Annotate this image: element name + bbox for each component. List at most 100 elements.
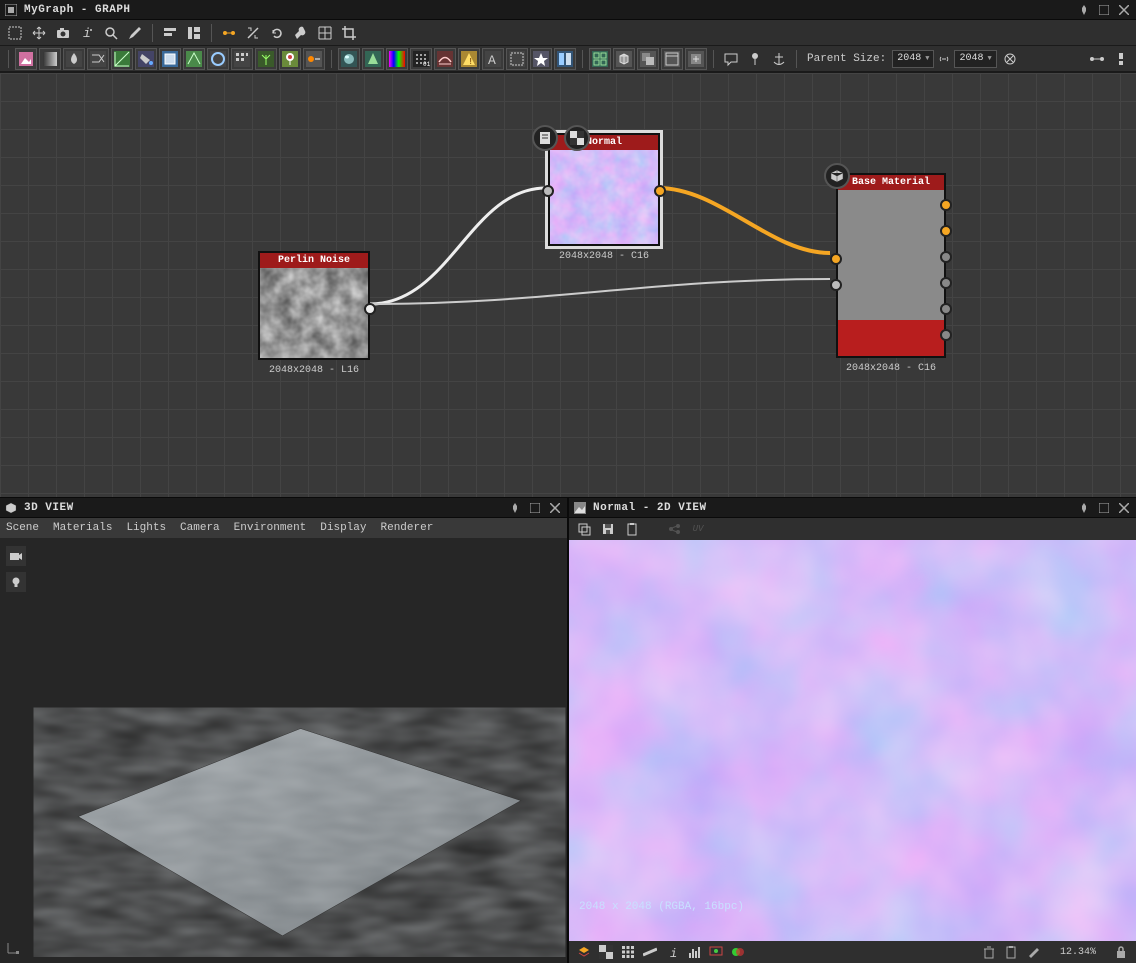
share-icon[interactable] bbox=[665, 520, 683, 538]
viewport-2d[interactable]: 2048 x 2048 (RGBA, 16bpc) bbox=[569, 540, 1136, 941]
warn-node-icon[interactable]: ! bbox=[458, 48, 480, 70]
circle-node-icon[interactable] bbox=[207, 48, 229, 70]
grid-toggle-icon[interactable] bbox=[314, 22, 336, 44]
unlink-icon[interactable] bbox=[242, 22, 264, 44]
crop-icon[interactable] bbox=[338, 22, 360, 44]
input-port-1[interactable] bbox=[830, 253, 842, 265]
fx-node-icon[interactable] bbox=[159, 48, 181, 70]
parent-size-width-dropdown[interactable]: 2048▼ bbox=[892, 50, 934, 68]
output-port-6[interactable] bbox=[940, 329, 952, 341]
refresh-icon[interactable] bbox=[266, 22, 288, 44]
remap-node-icon[interactable] bbox=[303, 48, 325, 70]
window-node-icon[interactable] bbox=[661, 48, 683, 70]
channel-icon[interactable] bbox=[729, 943, 747, 961]
split-node-icon[interactable] bbox=[554, 48, 576, 70]
shuffle-node-icon[interactable] bbox=[87, 48, 109, 70]
trash-icon[interactable] bbox=[980, 943, 998, 961]
pin-icon[interactable] bbox=[1076, 2, 1092, 18]
node-badge-doc-icon[interactable] bbox=[532, 125, 558, 151]
histogram-icon[interactable] bbox=[685, 943, 703, 961]
brush-icon[interactable] bbox=[124, 22, 146, 44]
overlap-node-icon[interactable] bbox=[637, 48, 659, 70]
menu-camera[interactable]: Camera bbox=[180, 522, 220, 534]
align-icon[interactable] bbox=[159, 22, 181, 44]
uv-icon[interactable]: UV bbox=[689, 520, 707, 538]
menu-environment[interactable]: Environment bbox=[234, 522, 307, 534]
pick-icon[interactable] bbox=[1024, 943, 1042, 961]
light-toggle-icon[interactable] bbox=[6, 572, 26, 592]
marker-node-icon[interactable] bbox=[279, 48, 301, 70]
paste-icon[interactable] bbox=[623, 520, 641, 538]
menu-materials[interactable]: Materials bbox=[53, 522, 112, 534]
box-node-icon[interactable] bbox=[613, 48, 635, 70]
cone-node-icon[interactable] bbox=[362, 48, 384, 70]
comment-icon[interactable] bbox=[720, 48, 742, 70]
clipboard-icon[interactable] bbox=[1002, 943, 1020, 961]
output-port-3[interactable] bbox=[940, 251, 952, 263]
node-base-material[interactable]: Base Material 2048x2048 - C16 bbox=[836, 173, 946, 358]
input-port-2[interactable] bbox=[830, 279, 842, 291]
wrench-icon[interactable] bbox=[290, 22, 312, 44]
node-perlin-noise[interactable]: Perlin Noise 2048x2048 - L16 bbox=[258, 251, 370, 360]
bucket-node-icon[interactable] bbox=[135, 48, 157, 70]
output-node-icon[interactable] bbox=[685, 48, 707, 70]
grid-node-icon[interactable] bbox=[231, 48, 253, 70]
star-node-icon[interactable] bbox=[530, 48, 552, 70]
maximize-icon[interactable] bbox=[1096, 2, 1112, 18]
layers-icon[interactable] bbox=[575, 943, 593, 961]
curve-node-icon[interactable] bbox=[111, 48, 133, 70]
lock-icon[interactable] bbox=[1112, 943, 1130, 961]
maximize-icon[interactable] bbox=[527, 500, 543, 516]
output-port[interactable] bbox=[654, 185, 666, 197]
output-port-4[interactable] bbox=[940, 277, 952, 289]
output-port-1[interactable] bbox=[940, 199, 952, 211]
matrix-node-icon[interactable]: 01 bbox=[410, 48, 432, 70]
copy-icon[interactable] bbox=[575, 520, 593, 538]
timing-icon[interactable] bbox=[1110, 48, 1132, 70]
select-tool-icon[interactable] bbox=[4, 22, 26, 44]
input-port[interactable] bbox=[542, 185, 554, 197]
output-port-2[interactable] bbox=[940, 225, 952, 237]
parent-size-height-dropdown[interactable]: 2048▼ bbox=[954, 50, 996, 68]
close-icon[interactable] bbox=[1116, 500, 1132, 516]
gradient-node-icon[interactable] bbox=[39, 48, 61, 70]
node-normal[interactable]: Normal 2048x2048 - C16 bbox=[548, 133, 660, 246]
info-icon[interactable]: i bbox=[76, 22, 98, 44]
connector-mode-icon[interactable] bbox=[1086, 48, 1108, 70]
reset-size-icon[interactable] bbox=[999, 48, 1021, 70]
output-port-5[interactable] bbox=[940, 303, 952, 315]
image-node-icon[interactable] bbox=[15, 48, 37, 70]
camera-toggle-icon[interactable] bbox=[6, 546, 26, 566]
info-small-icon[interactable]: i bbox=[663, 943, 681, 961]
frame-node-icon[interactable] bbox=[506, 48, 528, 70]
tile-node-icon[interactable] bbox=[589, 48, 611, 70]
tile-icon[interactable] bbox=[619, 943, 637, 961]
pin-icon[interactable] bbox=[1076, 500, 1092, 516]
output-port[interactable] bbox=[364, 303, 376, 315]
maximize-icon[interactable] bbox=[1096, 500, 1112, 516]
anchor-icon[interactable] bbox=[768, 48, 790, 70]
close-icon[interactable] bbox=[547, 500, 563, 516]
move-tool-icon[interactable] bbox=[28, 22, 50, 44]
shape-node-icon[interactable] bbox=[183, 48, 205, 70]
bridge-node-icon[interactable] bbox=[434, 48, 456, 70]
close-icon[interactable] bbox=[1116, 2, 1132, 18]
link-toggle-icon[interactable] bbox=[936, 48, 952, 70]
graph-canvas[interactable]: Perlin Noise 2048x2048 - L16 Normal 2048… bbox=[0, 72, 1136, 497]
menu-lights[interactable]: Lights bbox=[126, 522, 166, 534]
menu-scene[interactable]: Scene bbox=[6, 522, 39, 534]
node-badge-cube-icon[interactable] bbox=[824, 163, 850, 189]
plant-node-icon[interactable] bbox=[255, 48, 277, 70]
node-badge-checker-icon[interactable] bbox=[564, 125, 590, 151]
pin-node-icon[interactable] bbox=[744, 48, 766, 70]
drop-node-icon[interactable] bbox=[63, 48, 85, 70]
menu-display[interactable]: Display bbox=[320, 522, 366, 534]
link-icon[interactable] bbox=[218, 22, 240, 44]
checker-icon[interactable] bbox=[597, 943, 615, 961]
zoom-icon[interactable] bbox=[100, 22, 122, 44]
camera-icon[interactable] bbox=[52, 22, 74, 44]
sphere-node-icon[interactable] bbox=[338, 48, 360, 70]
layout-icon[interactable] bbox=[183, 22, 205, 44]
edge-icon[interactable] bbox=[641, 943, 659, 961]
axis-indicator-icon[interactable] bbox=[6, 941, 22, 957]
